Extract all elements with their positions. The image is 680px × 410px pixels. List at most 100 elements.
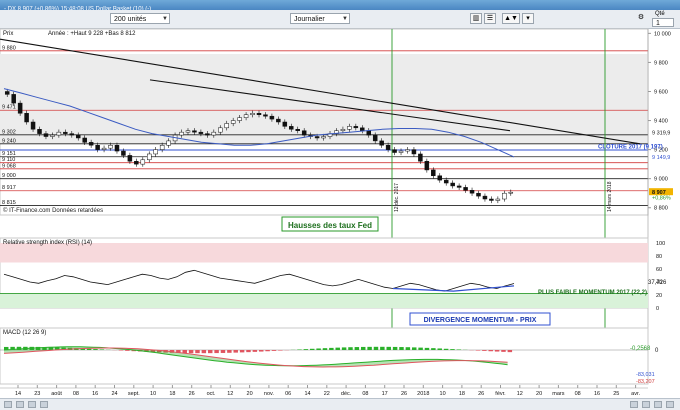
zoom-in-button[interactable] bbox=[642, 401, 650, 408]
y-tick-label: 9 000 bbox=[654, 177, 668, 183]
candle-body bbox=[509, 192, 513, 193]
candle-body bbox=[283, 122, 287, 126]
x-tick-label: 08 bbox=[73, 391, 79, 397]
rsi-value-label: 37,726 bbox=[648, 280, 667, 286]
candle-body bbox=[464, 187, 468, 190]
candle-body bbox=[44, 134, 48, 137]
x-tick-label: 20 bbox=[536, 391, 542, 397]
right-value-label: 9 149,9 bbox=[652, 155, 670, 161]
macd-bar bbox=[431, 348, 435, 350]
candle-body bbox=[218, 128, 222, 132]
fed-hikes-annotation: Hausses des taux Fed bbox=[288, 221, 372, 230]
macd-bar bbox=[259, 350, 263, 352]
macd-bar bbox=[272, 350, 276, 351]
status-bar bbox=[0, 398, 680, 410]
macd-bar bbox=[457, 349, 461, 350]
candle-body bbox=[70, 134, 74, 135]
macd-label-c: -83,207 bbox=[636, 379, 655, 385]
candle-body bbox=[296, 129, 300, 130]
candle-body bbox=[431, 170, 435, 176]
cloture-2017-label: CLOTURE 2017 (9 197) bbox=[598, 145, 663, 151]
macd-bar bbox=[476, 350, 480, 351]
x-tick-label: déc. bbox=[341, 391, 352, 397]
candle-body bbox=[38, 129, 42, 133]
candle-body bbox=[63, 132, 67, 133]
scroll-forward-button[interactable] bbox=[28, 401, 36, 408]
x-tick-label: 12 bbox=[227, 391, 233, 397]
macd-bar bbox=[508, 350, 512, 352]
candle-body bbox=[483, 196, 487, 199]
right-value-tags: 9 319,99 149,98 907+0,86% bbox=[649, 130, 673, 201]
candle-body bbox=[50, 135, 54, 136]
x-tick-label: 06 bbox=[285, 391, 291, 397]
scroll-left-button[interactable] bbox=[4, 401, 12, 408]
macd-bar bbox=[336, 348, 340, 350]
rsi-y-tick-label: 0 bbox=[656, 306, 659, 312]
x-tick-label: 12 bbox=[517, 391, 523, 397]
scroll-right-button[interactable] bbox=[40, 401, 48, 408]
candle-body bbox=[147, 154, 151, 160]
rsi-panel: 100806040200 Relative strength index (RS… bbox=[0, 238, 667, 325]
x-tick-label: 10 bbox=[150, 391, 156, 397]
macd-bar bbox=[323, 348, 327, 350]
macd-bar bbox=[399, 347, 403, 350]
candle-body bbox=[121, 151, 125, 155]
x-tick-label: 26 bbox=[189, 391, 195, 397]
price-chart: 9 8809 4719 3029 2409 1519 1109 0689 000… bbox=[0, 0, 680, 409]
x-tick-label: 10 bbox=[440, 391, 446, 397]
macd-value-label: -0,2568 bbox=[630, 346, 651, 352]
candle-body bbox=[83, 138, 87, 142]
macd-bar bbox=[304, 349, 308, 350]
candle-body bbox=[263, 115, 267, 116]
macd-panel: MACD (12 26 9) 0 -0,2568 -83,031 -83,207 bbox=[0, 328, 659, 385]
rsi-y-axis: 100806040200 bbox=[656, 241, 665, 312]
candle-body bbox=[225, 123, 229, 127]
candle-body bbox=[154, 150, 158, 154]
macd-bar bbox=[227, 350, 231, 353]
scroll-back-button[interactable] bbox=[16, 401, 24, 408]
candle-body bbox=[347, 126, 351, 129]
candle-body bbox=[405, 150, 409, 151]
level-label: 9 068 bbox=[2, 163, 16, 169]
candle-body bbox=[322, 137, 326, 138]
x-axis: 1423août081624sept.101826oct.1220nov.061… bbox=[0, 385, 648, 397]
macd-bar bbox=[495, 350, 499, 352]
macd-bar bbox=[355, 347, 359, 350]
candle-body bbox=[373, 135, 377, 141]
macd-bar bbox=[125, 350, 129, 351]
candle-body bbox=[18, 103, 22, 113]
candle-body bbox=[418, 154, 422, 161]
candle-body bbox=[238, 118, 242, 121]
fullscreen-button[interactable] bbox=[666, 401, 674, 408]
candle-body bbox=[251, 113, 255, 114]
candle-body bbox=[496, 199, 500, 200]
x-tick-label: avr. bbox=[631, 391, 640, 397]
x-tick-label: 08 bbox=[575, 391, 581, 397]
candle-body bbox=[57, 132, 61, 135]
macd-bar bbox=[310, 349, 314, 350]
macd-bar bbox=[100, 349, 104, 350]
candle-body bbox=[199, 132, 203, 133]
candle-body bbox=[302, 131, 306, 135]
macd-bar bbox=[348, 347, 352, 350]
candle-body bbox=[5, 91, 9, 94]
candle-body bbox=[31, 122, 35, 129]
macd-bar bbox=[418, 348, 422, 350]
level-label: 8 815 bbox=[2, 200, 16, 206]
rsi-y-tick-label: 60 bbox=[656, 267, 662, 273]
data-source-text: © IT-Finance.com Données retardées bbox=[3, 207, 103, 214]
x-tick-label: 20 bbox=[247, 391, 253, 397]
macd-bar bbox=[425, 348, 429, 350]
macd-bar bbox=[393, 347, 397, 350]
year-range-text: Année : +Haut 9 228 +Bas 8 812 bbox=[48, 31, 136, 37]
candle-body bbox=[212, 132, 216, 135]
candle-body bbox=[289, 126, 293, 129]
candle-body bbox=[96, 145, 100, 149]
zoom-out-button[interactable] bbox=[630, 401, 638, 408]
x-tick-label: sept. bbox=[128, 391, 140, 397]
candle-body bbox=[270, 116, 274, 119]
x-tick-label: févr. bbox=[495, 391, 506, 397]
candle-body bbox=[438, 176, 442, 180]
zoom-reset-button[interactable] bbox=[654, 401, 662, 408]
x-tick-label: 18 bbox=[169, 391, 175, 397]
